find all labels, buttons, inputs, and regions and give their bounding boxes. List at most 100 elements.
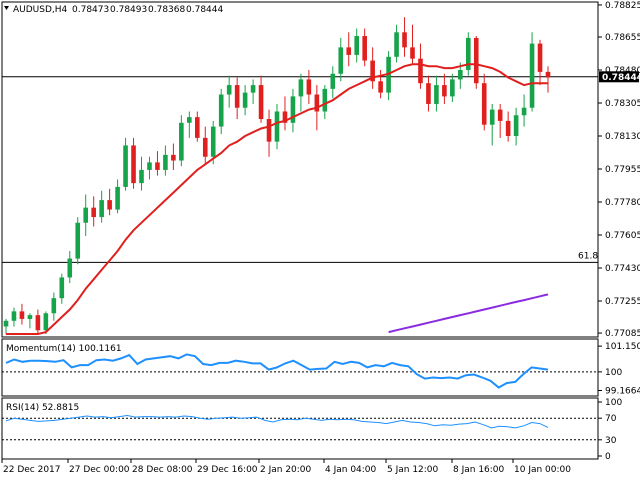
time-tick-label: 2 Jan 20:00 xyxy=(260,465,312,475)
candle-bull xyxy=(450,79,455,97)
candle-bull xyxy=(99,200,104,218)
fib-level-label: 61.8 xyxy=(578,251,598,261)
price-tick-label: 0.77085 xyxy=(605,329,640,339)
candle-bear xyxy=(410,47,415,59)
chart-canvas: 0.788250.786550.784800.783050.781300.779… xyxy=(1,1,640,475)
candle-bear xyxy=(473,37,479,84)
candle-bear xyxy=(497,109,503,121)
fib-level-61-8: 61.8 xyxy=(2,251,598,263)
price-tick-label: 0.77955 xyxy=(605,165,640,175)
candle-bull xyxy=(59,277,65,299)
rsi-levels xyxy=(2,417,598,441)
time-tick-label: 29 Dec 16:00 xyxy=(197,465,258,475)
candle-bull xyxy=(434,85,439,104)
candle-bear xyxy=(35,315,41,331)
price-tick-label: 0.77255 xyxy=(605,297,640,307)
current-price-tag-text: 0.78444 xyxy=(602,73,640,83)
candle-bear xyxy=(362,36,367,61)
candle-bull xyxy=(242,92,248,108)
candle-bull xyxy=(529,43,535,108)
time-tick-label: 22 Dec 2017 xyxy=(3,465,61,475)
price-axis: 0.788250.786550.784800.783050.781300.779… xyxy=(598,1,640,339)
candle-bull xyxy=(354,36,360,55)
time-tick-label: 10 Jan 00:00 xyxy=(514,465,571,475)
candle-bull xyxy=(250,85,256,93)
candle-bear xyxy=(155,162,160,170)
candle-bear xyxy=(91,207,96,218)
price-tick-label: 0.78825 xyxy=(605,1,640,11)
rsi-tick-label: 100 xyxy=(605,398,622,408)
candle-bear xyxy=(171,154,176,161)
triangle-down-icon xyxy=(4,6,9,10)
time-tick-label: 28 Dec 08:00 xyxy=(132,465,193,475)
candle-bull xyxy=(394,32,399,57)
long-ma-line xyxy=(388,293,549,334)
candle-bear xyxy=(194,117,200,138)
price-tick-label: 0.78130 xyxy=(605,132,640,142)
momentum-tick-label: 99.1664 xyxy=(605,387,640,397)
price-tick-label: 0.77605 xyxy=(605,231,640,241)
candle-bull xyxy=(187,117,192,123)
price-tick-label: 0.77780 xyxy=(605,198,640,208)
candle-bear xyxy=(266,119,272,142)
momentum-axis: 101.1506 100 99.1664 xyxy=(598,342,640,397)
candle-bull xyxy=(147,162,152,170)
candle-bear xyxy=(481,83,487,125)
time-tick-label: 4 Jan 04:00 xyxy=(325,465,377,475)
candle-bull xyxy=(210,126,216,157)
time-tick-label: 27 Dec 00:00 xyxy=(69,465,130,475)
candle-bull xyxy=(330,73,336,89)
rsi-title: RSI(14) 52.8815 xyxy=(6,403,79,413)
candle-bull xyxy=(11,311,17,321)
candle-bear xyxy=(537,43,543,72)
candle-bear xyxy=(131,145,136,184)
candle-bull xyxy=(458,70,463,80)
candle-bear xyxy=(306,79,312,95)
momentum-tick-label: 101.1506 xyxy=(605,342,640,352)
candle-bull xyxy=(51,298,57,314)
ohlc-open: 0.78473 xyxy=(72,5,109,15)
candle-bear xyxy=(378,81,383,93)
chart-window: 0.78825 0.78655 0.78480 0.78305 0.78130 0.779… xyxy=(0,0,640,480)
time-tick-label: 8 Jan 16:00 xyxy=(453,465,505,475)
candle-bull xyxy=(139,169,144,184)
rsi-tick-label: 30 xyxy=(605,436,617,446)
candle-bull xyxy=(75,222,81,259)
time-axis: 22 Dec 2017 27 Dec 00:00 28 Dec 08:00 29 De… xyxy=(1,459,571,475)
candle-bear xyxy=(258,85,264,120)
candle-bull xyxy=(43,313,49,331)
price-tick-label: 0.78305 xyxy=(605,99,640,109)
candle-bull xyxy=(338,47,344,74)
rsi-axis: 100 70 30 0 xyxy=(598,398,622,462)
rsi-panel-frame xyxy=(1,397,599,460)
chart-header: AUDUSD,H4 0.78473 0.78493 0.78368 0.7844… xyxy=(4,5,223,15)
candle-bull xyxy=(298,79,304,97)
candle-bull xyxy=(163,154,168,170)
current-price-tag: 0.78444 xyxy=(599,71,640,83)
candle-bear xyxy=(202,137,208,157)
ohlc-high: 0.78493 xyxy=(110,5,147,15)
time-tick-label: 5 Jan 12:00 xyxy=(387,465,439,475)
candle-bull xyxy=(179,122,184,161)
candle-bull xyxy=(513,115,519,136)
price-tick-label: 0.77430 xyxy=(605,264,640,274)
candle-bull xyxy=(322,88,328,112)
ohlc-close: 0.78444 xyxy=(186,5,223,15)
candle-bear xyxy=(19,311,25,319)
candle-bear xyxy=(234,85,240,108)
candle-bear xyxy=(418,58,423,84)
candle-bull xyxy=(218,94,224,127)
candle-bear xyxy=(426,83,431,104)
candle-bull xyxy=(27,315,33,319)
candle-bear xyxy=(442,85,447,97)
momentum-title: Momentum(14) 100.1161 xyxy=(6,344,122,354)
candle-bull xyxy=(83,207,89,223)
rsi-tick-label: 0 xyxy=(605,452,611,462)
candle-bull xyxy=(489,109,495,125)
candle-bear xyxy=(402,32,407,48)
price-tick-label: 0.78655 xyxy=(605,33,640,43)
candle-bull xyxy=(521,107,527,116)
candle-bear xyxy=(505,120,511,136)
symbol-timeframe: AUDUSD,H4 xyxy=(13,5,68,15)
main-chart-frame xyxy=(1,1,599,338)
